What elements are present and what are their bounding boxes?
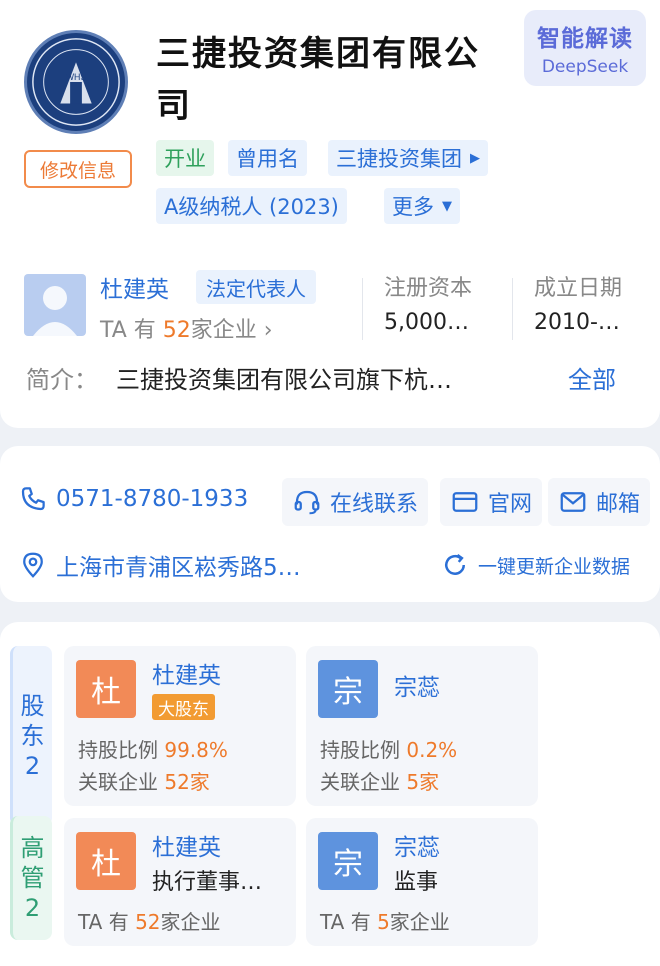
company-name: 三捷投资集团有限公司 — [156, 34, 480, 126]
ratio-value: 99.8% — [164, 738, 228, 762]
legal-rep-companies-link[interactable]: TA 有 52家企业 › — [100, 312, 273, 344]
legal-rep-avatar[interactable] — [24, 274, 86, 336]
phone-link[interactable]: 0571-8780-1933 — [18, 484, 248, 514]
website-label: 官网 — [488, 492, 533, 517]
website-button[interactable]: 官网 — [440, 478, 543, 526]
address-text: 上海市青浦区崧秀路5… — [56, 555, 301, 581]
executives-tab[interactable]: 高 管 2 — [10, 816, 52, 940]
related-value: 5家 — [406, 770, 440, 794]
headset-icon — [292, 487, 322, 517]
companies-prefix: TA 有 — [320, 910, 378, 934]
caret-right-icon: ▶ — [470, 150, 480, 166]
legal-rep-company-count: 52 — [162, 318, 191, 343]
registered-capital-value: 5,000… — [384, 310, 469, 335]
more-label: 更多 — [392, 195, 434, 219]
former-name-label: 曾用名 — [228, 140, 307, 176]
status-badge: 开业 — [156, 140, 214, 176]
shareholders-count: 2 — [24, 752, 41, 780]
shareholding-ratio: 持股比例 0.2% — [320, 734, 457, 763]
shareholder-card[interactable]: 杜 杜建英 大股东 持股比例 99.8% 关联企业 52家 — [64, 646, 296, 806]
established-date-value: 2010-… — [534, 310, 620, 335]
executive-companies: TA 有 52家企业 — [78, 906, 221, 935]
mail-icon — [558, 487, 588, 517]
executive-role: 监事 — [394, 870, 439, 895]
phone-icon — [18, 484, 48, 514]
major-shareholder-badge: 大股东 — [152, 694, 215, 720]
shareholder-name[interactable]: 宗蕊 — [394, 668, 440, 702]
related-label: 关联企业 — [78, 770, 165, 794]
refresh-data-label: 一键更新企业数据 — [478, 555, 631, 578]
shareholders-tab-char: 东 — [20, 722, 45, 750]
logo-text: WHS — [66, 72, 87, 82]
intro-label: 简介： — [26, 366, 98, 394]
shareholder-name[interactable]: 杜建英 — [152, 656, 221, 690]
online-contact-button[interactable]: 在线联系 — [282, 478, 429, 526]
companies-suffix: 家企业 — [160, 910, 221, 934]
ratio-value: 0.2% — [406, 738, 458, 762]
registered-capital-label: 注册资本 — [384, 276, 473, 301]
former-name-value: 三捷投资集团 — [336, 147, 462, 171]
shareholder-card[interactable]: 宗 宗蕊 持股比例 0.2% 关联企业 5家 — [306, 646, 538, 806]
phone-number: 0571-8780-1933 — [56, 486, 249, 512]
companies-count: 52 — [135, 910, 161, 934]
company-header-card: WHS 修改信息 三捷投资集团有限公司 智能解读 DeepSeek 开业 曾用名… — [0, 0, 660, 428]
intro-expand-link[interactable]: 全部 — [568, 360, 616, 395]
legal-rep-role-badge: 法定代表人 — [196, 270, 316, 304]
email-label: 邮箱 — [596, 492, 641, 517]
executive-avatar: 宗 — [318, 832, 378, 890]
refresh-icon — [440, 550, 470, 580]
related-companies: 关联企业 5家 — [320, 766, 439, 795]
shareholders-tab-char: 股 — [20, 692, 45, 720]
intro-text: 三捷投资集团有限公司旗下杭… — [116, 366, 452, 394]
refresh-data-button[interactable]: 一键更新企业数据 — [440, 550, 630, 580]
ai-interpret-subtitle: DeepSeek — [541, 57, 629, 77]
executive-role: 执行董事… — [152, 870, 263, 895]
contact-card: 0571-8780-1933 在线联系 官网 邮箱 上海市青浦区崧秀路5… 一键… — [0, 446, 660, 602]
executive-card[interactable]: 杜 杜建英 执行董事… TA 有 52家企业 — [64, 818, 296, 946]
more-tags-button[interactable]: 更多 ▼ — [384, 188, 460, 224]
legal-rep-sub-prefix: TA 有 — [100, 318, 163, 343]
executive-name[interactable]: 宗蕊 — [394, 828, 440, 862]
ai-interpret-title: 智能解读 — [537, 26, 633, 52]
shareholder-avatar: 杜 — [76, 660, 136, 718]
divider — [512, 278, 513, 340]
divider — [362, 278, 363, 340]
people-card: 股 东 2 杜 杜建英 大股东 持股比例 99.8% 关联企业 52家 宗 宗蕊… — [0, 622, 660, 966]
shareholder-avatar: 宗 — [318, 660, 378, 718]
legal-rep-sub-suffix: 家企业 › — [190, 318, 273, 343]
executive-name[interactable]: 杜建英 — [152, 828, 221, 862]
executive-avatar: 杜 — [76, 832, 136, 890]
executive-companies: TA 有 5家企业 — [320, 906, 450, 935]
related-value: 52家 — [164, 770, 210, 794]
established-date-label: 成立日期 — [534, 276, 623, 301]
address-link[interactable]: 上海市青浦区崧秀路5… — [18, 548, 301, 582]
taxpayer-tag: A级纳税人 (2023) — [156, 188, 347, 224]
caret-down-icon: ▼ — [442, 198, 452, 214]
website-icon — [450, 487, 480, 517]
edit-info-button[interactable]: 修改信息 — [24, 150, 132, 188]
related-companies: 关联企业 52家 — [78, 766, 210, 795]
executives-count: 2 — [24, 894, 41, 922]
executive-card[interactable]: 宗 宗蕊 监事 TA 有 5家企业 — [306, 818, 538, 946]
former-name-tag[interactable]: 三捷投资集团 ▶ — [328, 140, 488, 176]
legal-rep-name[interactable]: 杜建英 — [100, 270, 169, 304]
related-label: 关联企业 — [320, 770, 407, 794]
executives-tab-char: 高 — [20, 834, 45, 862]
online-contact-label: 在线联系 — [330, 492, 419, 517]
shareholding-ratio: 持股比例 99.8% — [78, 734, 228, 763]
companies-count: 5 — [377, 910, 390, 934]
companies-suffix: 家企业 — [389, 910, 450, 934]
ai-interpret-button[interactable]: 智能解读 DeepSeek — [524, 10, 646, 86]
ratio-label: 持股比例 — [320, 738, 407, 762]
companies-prefix: TA 有 — [78, 910, 136, 934]
company-logo: WHS — [24, 30, 128, 134]
email-button[interactable]: 邮箱 — [548, 478, 651, 526]
ratio-label: 持股比例 — [78, 738, 165, 762]
location-pin-icon — [18, 550, 48, 580]
shareholders-tab[interactable]: 股 东 2 — [10, 646, 52, 826]
executives-tab-char: 管 — [20, 864, 45, 892]
